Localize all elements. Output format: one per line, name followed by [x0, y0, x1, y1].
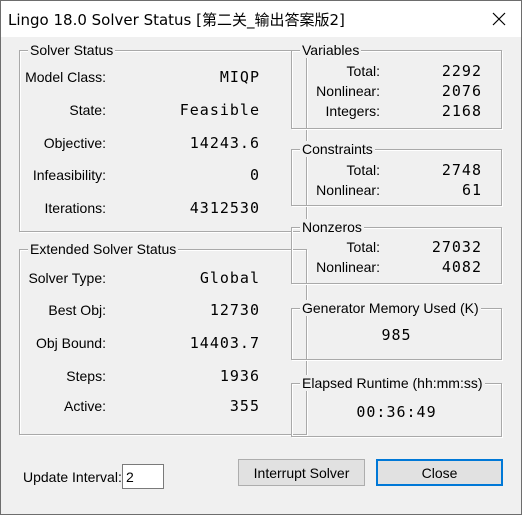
obj-bound-value: 14403.7	[189, 334, 260, 352]
constraints-nonlinear-value: 61	[461, 181, 482, 199]
close-icon	[492, 12, 506, 26]
constraints-group: Constraints Total: 2748 Nonlinear: 61	[291, 141, 502, 206]
generator-memory-legend: Generator Memory Used (K)	[300, 300, 481, 316]
objective-label: Objective:	[43, 135, 106, 151]
variables-nonlinear-value: 2076	[441, 82, 482, 100]
close-window-button[interactable]	[485, 5, 513, 33]
best-obj-label: Best Obj:	[48, 302, 106, 318]
elapsed-runtime-value: 00:36:49	[356, 403, 437, 421]
iterations-value: 4312530	[189, 199, 260, 217]
variables-total-label: Total:	[346, 63, 380, 79]
state-label: State:	[69, 102, 106, 118]
solver-type-value: Global	[199, 269, 260, 287]
variables-total-value: 2292	[441, 62, 482, 80]
variables-integers-label: Integers:	[325, 103, 380, 119]
solver-type-label: Solver Type:	[28, 270, 106, 286]
iterations-label: Iterations:	[44, 200, 106, 216]
state-value: Feasible	[179, 101, 260, 119]
infeasibility-label: Infeasibility:	[32, 167, 106, 183]
model-class-value: MIQP	[219, 68, 260, 86]
best-obj-value: 12730	[209, 301, 260, 319]
variables-legend: Variables	[300, 42, 362, 58]
window-title: Lingo 18.0 Solver Status [第二关_输出答案版2]	[8, 11, 345, 29]
constraints-total-label: Total:	[346, 162, 380, 178]
steps-label: Steps:	[66, 368, 106, 384]
title-bar: Lingo 18.0 Solver Status [第二关_输出答案版2]	[1, 1, 521, 37]
model-class-label: Model Class:	[25, 69, 106, 85]
update-interval-input[interactable]	[122, 464, 164, 489]
nonzeros-total-label: Total:	[346, 239, 380, 255]
extended-solver-status-legend: Extended Solver Status	[28, 241, 179, 257]
steps-value: 1936	[219, 367, 260, 385]
elapsed-runtime-legend: Elapsed Runtime (hh:mm:ss)	[300, 375, 485, 391]
objective-value: 14243.6	[189, 134, 260, 152]
variables-group: Variables Total: 2292 Nonlinear: 2076 In…	[291, 42, 502, 129]
variables-integers-value: 2168	[441, 102, 482, 120]
nonzeros-nonlinear-label: Nonlinear:	[316, 259, 380, 275]
nonzeros-total-value: 27032	[431, 238, 482, 256]
generator-memory-group: Generator Memory Used (K) 985	[291, 300, 502, 360]
constraints-nonlinear-label: Nonlinear:	[316, 182, 380, 198]
nonzeros-legend: Nonzeros	[300, 219, 364, 235]
solver-status-group: Solver Status Model Class: MIQP State: F…	[19, 42, 307, 232]
active-value: 355	[229, 397, 260, 415]
nonzeros-nonlinear-value: 4082	[441, 258, 482, 276]
elapsed-runtime-group: Elapsed Runtime (hh:mm:ss) 00:36:49	[291, 375, 502, 437]
interrupt-solver-button[interactable]: Interrupt Solver	[238, 459, 365, 486]
update-interval-label: Update Interval:	[23, 469, 122, 485]
obj-bound-label: Obj Bound:	[35, 335, 106, 351]
close-button[interactable]: Close	[376, 459, 503, 486]
variables-nonlinear-label: Nonlinear:	[316, 83, 380, 99]
extended-solver-status-group: Extended Solver Status Solver Type: Glob…	[19, 241, 307, 435]
solver-status-legend: Solver Status	[28, 42, 116, 58]
infeasibility-value: 0	[249, 166, 260, 184]
solver-status-window: Lingo 18.0 Solver Status [第二关_输出答案版2] So…	[0, 0, 522, 515]
active-label: Active:	[63, 398, 106, 414]
nonzeros-group: Nonzeros Total: 27032 Nonlinear: 4082	[291, 219, 502, 284]
constraints-total-value: 2748	[441, 161, 482, 179]
generator-memory-value: 985	[381, 326, 412, 344]
constraints-legend: Constraints	[300, 141, 375, 157]
